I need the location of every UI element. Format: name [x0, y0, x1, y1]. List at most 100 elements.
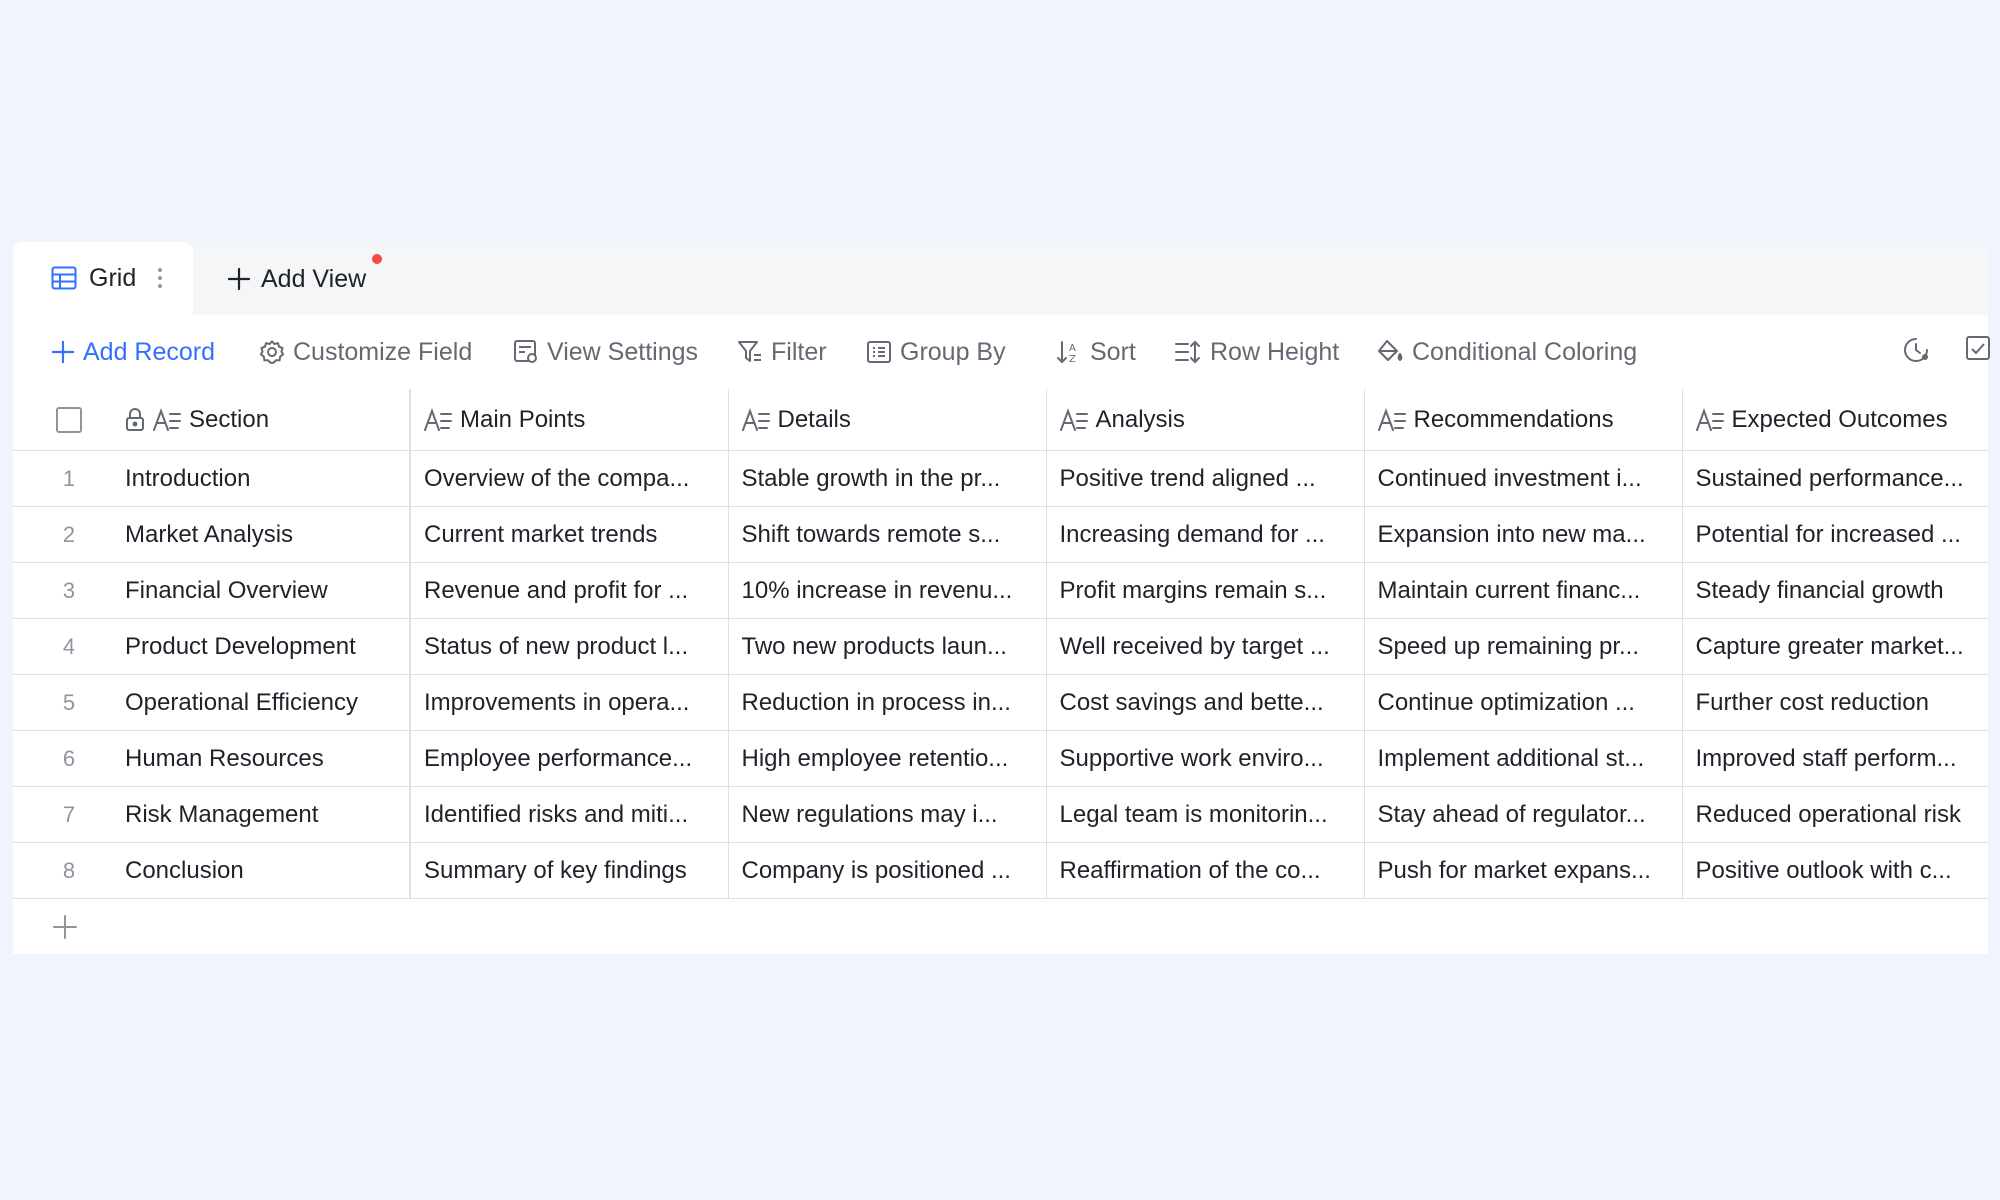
cell-recommendations[interactable]: Speed up remaining pr...: [1364, 618, 1683, 675]
cell-expected-outcomes[interactable]: Further cost reduction: [1682, 674, 1988, 731]
row-height-button[interactable]: Row Height: [1174, 335, 1339, 369]
cell-main-points[interactable]: Improvements in opera...: [410, 674, 729, 731]
column-header-label: Main Points: [460, 405, 586, 433]
row-index: 2: [13, 506, 125, 563]
tab-grid-label: Grid: [89, 264, 137, 292]
cell-recommendations[interactable]: Continue optimization ...: [1364, 674, 1683, 731]
text-field-icon: [1059, 407, 1088, 432]
cell-main-points[interactable]: Revenue and profit for ...: [410, 562, 729, 619]
cell-analysis[interactable]: Profit margins remain s...: [1046, 562, 1365, 619]
cell-details[interactable]: Reduction in process in...: [728, 674, 1047, 731]
conditional-coloring-button[interactable]: Conditional Coloring: [1376, 335, 1637, 369]
cell-section[interactable]: Human Resources: [125, 730, 411, 787]
cell-section[interactable]: Introduction: [125, 450, 411, 507]
column-header-section[interactable]: Section: [125, 389, 411, 451]
table-row[interactable]: 2 Market Analysis Current market trends …: [13, 506, 1988, 563]
cell-details[interactable]: Company is positioned ...: [728, 842, 1047, 899]
cell-details[interactable]: High employee retentio...: [728, 730, 1047, 787]
select-all-cell[interactable]: [13, 389, 125, 451]
row-index: 8: [13, 842, 125, 899]
cell-recommendations[interactable]: Maintain current financ...: [1364, 562, 1683, 619]
cell-section[interactable]: Product Development: [125, 618, 411, 675]
cell-analysis[interactable]: Supportive work enviro...: [1046, 730, 1365, 787]
cell-main-points[interactable]: Status of new product l...: [410, 618, 729, 675]
cell-section[interactable]: Financial Overview: [125, 562, 411, 619]
conditional-coloring-label: Conditional Coloring: [1412, 337, 1638, 366]
plus-icon: [51, 913, 79, 941]
sort-label: Sort: [1090, 337, 1136, 366]
cell-expected-outcomes[interactable]: Positive outlook with c...: [1682, 842, 1988, 899]
table-row[interactable]: 8 Conclusion Summary of key findings Com…: [13, 842, 1988, 899]
column-header-label: Analysis: [1095, 405, 1185, 433]
paint-bucket-icon: [1376, 339, 1404, 365]
column-header-details[interactable]: Details: [728, 389, 1047, 451]
cell-analysis[interactable]: Well received by target ...: [1046, 618, 1365, 675]
plus-icon: [227, 267, 251, 291]
row-index: 1: [13, 450, 125, 507]
cell-recommendations[interactable]: Stay ahead of regulator...: [1364, 786, 1683, 843]
cell-details[interactable]: Shift towards remote s...: [728, 506, 1047, 563]
cell-main-points[interactable]: Overview of the compa...: [410, 450, 729, 507]
select-all-checkbox[interactable]: [56, 407, 82, 434]
cell-analysis[interactable]: Cost savings and bette...: [1046, 674, 1365, 731]
table-row[interactable]: 5 Operational Efficiency Improvements in…: [13, 674, 1988, 731]
cell-recommendations[interactable]: Continued investment i...: [1364, 450, 1683, 507]
table-row[interactable]: 1 Introduction Overview of the compa... …: [13, 450, 1988, 507]
cell-section[interactable]: Conclusion: [125, 842, 411, 899]
add-row-button[interactable]: [13, 899, 1988, 954]
group-by-label: Group By: [900, 337, 1006, 366]
column-header-label: Section: [189, 405, 270, 433]
group-by-button[interactable]: Group By: [866, 335, 1006, 369]
filter-button[interactable]: Filter: [737, 335, 827, 369]
column-header-main-points[interactable]: Main Points: [410, 389, 729, 451]
lock-icon: [125, 407, 145, 432]
table-row[interactable]: 7 Risk Management Identified risks and m…: [13, 786, 1988, 843]
cell-expected-outcomes[interactable]: Improved staff perform...: [1682, 730, 1988, 787]
cell-section[interactable]: Market Analysis: [125, 506, 411, 563]
cell-expected-outcomes[interactable]: Capture greater market...: [1682, 618, 1988, 675]
customize-field-button[interactable]: Customize Field: [259, 335, 472, 369]
add-view-button[interactable]: Add View: [227, 260, 366, 298]
cell-analysis[interactable]: Increasing demand for ...: [1046, 506, 1365, 563]
cell-main-points[interactable]: Identified risks and miti...: [410, 786, 729, 843]
filter-label: Filter: [771, 337, 827, 366]
cell-details[interactable]: Two new products laun...: [728, 618, 1047, 675]
column-header-expected-outcomes[interactable]: Expected Outcomes: [1682, 389, 1988, 451]
view-settings-button[interactable]: View Settings: [513, 335, 698, 369]
more-vertical-icon[interactable]: [155, 264, 165, 292]
svg-text:Z: Z: [1069, 354, 1076, 365]
history-icon[interactable]: [1901, 335, 1933, 367]
cell-expected-outcomes[interactable]: Potential for increased ...: [1682, 506, 1988, 563]
cell-main-points[interactable]: Summary of key findings: [410, 842, 729, 899]
cell-expected-outcomes[interactable]: Reduced operational risk: [1682, 786, 1988, 843]
cell-analysis[interactable]: Reaffirmation of the co...: [1046, 842, 1365, 899]
cell-details[interactable]: New regulations may i...: [728, 786, 1047, 843]
cell-details[interactable]: 10% increase in revenu...: [728, 562, 1047, 619]
tab-grid[interactable]: Grid: [13, 242, 193, 315]
gear-icon: [259, 339, 285, 365]
cell-recommendations[interactable]: Expansion into new ma...: [1364, 506, 1683, 563]
sort-button[interactable]: A Z Sort: [1056, 335, 1136, 369]
cell-main-points[interactable]: Current market trends: [410, 506, 729, 563]
cell-analysis[interactable]: Legal team is monitorin...: [1046, 786, 1365, 843]
cell-section[interactable]: Risk Management: [125, 786, 411, 843]
cell-expected-outcomes[interactable]: Steady financial growth: [1682, 562, 1988, 619]
table-row[interactable]: 3 Financial Overview Revenue and profit …: [13, 562, 1988, 619]
column-header-analysis[interactable]: Analysis: [1046, 389, 1365, 451]
table-row[interactable]: 6 Human Resources Employee performance..…: [13, 730, 1988, 787]
cell-section[interactable]: Operational Efficiency: [125, 674, 411, 731]
column-header-recommendations[interactable]: Recommendations: [1364, 389, 1683, 451]
table-row[interactable]: 4 Product Development Status of new prod…: [13, 618, 1988, 675]
group-by-icon: [866, 339, 892, 365]
cell-recommendations[interactable]: Implement additional st...: [1364, 730, 1683, 787]
cell-details[interactable]: Stable growth in the pr...: [728, 450, 1047, 507]
checklist-icon[interactable]: [1965, 335, 1997, 367]
row-height-icon: [1174, 339, 1202, 365]
data-grid: Section Main Points Details Analysis Rec…: [13, 389, 1988, 954]
cell-main-points[interactable]: Employee performance...: [410, 730, 729, 787]
cell-analysis[interactable]: Positive trend aligned ...: [1046, 450, 1365, 507]
add-record-button[interactable]: Add Record: [51, 335, 215, 369]
view-tab-bar: Grid Add View: [13, 242, 1988, 315]
cell-recommendations[interactable]: Push for market expans...: [1364, 842, 1683, 899]
cell-expected-outcomes[interactable]: Sustained performance...: [1682, 450, 1988, 507]
